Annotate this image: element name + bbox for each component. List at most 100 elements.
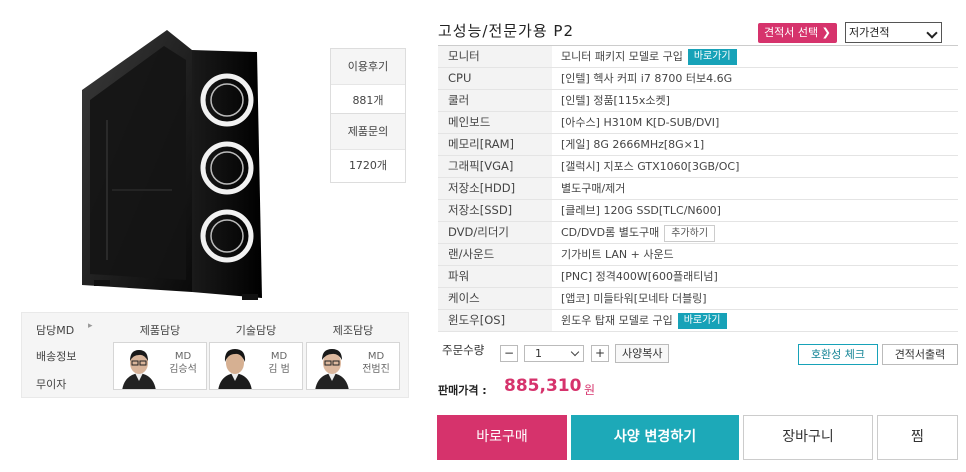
quantity-decrease-button[interactable]: − bbox=[500, 345, 518, 362]
spec-row: 그래픽[VGA] [갤럭시] 지포스 GTX1060[3GB/OC] bbox=[438, 156, 958, 178]
interest-free-label[interactable]: 무이자 bbox=[36, 376, 66, 392]
avatar bbox=[218, 349, 252, 389]
spec-key: 랜/사운드 bbox=[438, 244, 552, 265]
spec-key: 저장소[HDD] bbox=[438, 178, 552, 199]
spec-row: 쿨러 [인텔] 정품[115x소켓] bbox=[438, 90, 958, 112]
spec-row: 케이스 [앱코] 미들타워[모네타 더블링] bbox=[438, 288, 958, 310]
spec-row: 저장소[HDD] 별도구매/제거 bbox=[438, 178, 958, 200]
spec-key: DVD/리더기 bbox=[438, 222, 552, 243]
quote-select-button[interactable]: 견적서 선택 ❯ bbox=[758, 23, 837, 43]
spec-value: [아수스] H310M K[D-SUB/DVI] bbox=[561, 116, 720, 129]
spec-table: 모니터 모니터 패키지 모델로 구입 바로가기 CPU [인텔] 헥사 커피 i7 87… bbox=[438, 45, 958, 332]
chevron-down-icon bbox=[926, 27, 938, 39]
spec-key: 파워 bbox=[438, 266, 552, 287]
spec-key: CPU bbox=[438, 68, 552, 89]
spec-key: 케이스 bbox=[438, 288, 552, 309]
spec-row: 파워 [PNC] 정격400W[600플래티넘] bbox=[438, 266, 958, 288]
staff-role: 제조담당 bbox=[332, 324, 374, 337]
spec-value-cell: 별도구매/제거 bbox=[561, 178, 625, 199]
print-quote-button[interactable]: 견적서출력 bbox=[882, 344, 958, 365]
add-to-cart-button[interactable]: 장바구니 bbox=[743, 415, 873, 460]
quote-type-value: 저가견적 bbox=[849, 26, 890, 39]
spec-value-cell: [인텔] 헥사 커피 i7 8700 터보4.6G bbox=[561, 68, 732, 89]
price-unit: 원 bbox=[584, 383, 596, 397]
spec-key: 쿨러 bbox=[438, 90, 552, 111]
staff-card: MD 김 범 bbox=[209, 342, 303, 390]
spec-value: 기가비트 LAN + 사운드 bbox=[561, 248, 674, 261]
spec-value: [PNC] 정격400W[600플래티넘] bbox=[561, 270, 718, 283]
chevron-down-icon bbox=[570, 347, 580, 357]
shipping-info-label[interactable]: 배송정보 bbox=[36, 348, 76, 364]
spec-value: 별도구매/제거 bbox=[561, 182, 626, 195]
spec-value: [갤럭시] 지포스 GTX1060[3GB/OC] bbox=[561, 160, 740, 173]
staff-name: 전범진 bbox=[362, 364, 390, 375]
quote-type-select[interactable]: 저가견적 bbox=[845, 22, 942, 43]
spec-value-cell: [갤럭시] 지포스 GTX1060[3GB/OC] bbox=[561, 156, 739, 177]
spec-value: 모니터 패키지 모델로 구입 bbox=[561, 50, 683, 63]
quantity-value: 1 bbox=[535, 347, 542, 360]
avatar bbox=[315, 349, 349, 389]
inquiry-label: 제품문의 bbox=[331, 114, 405, 150]
spec-row: 윈도우[OS] 윈도우 탑재 모델로 구입 바로가기 bbox=[438, 310, 958, 332]
spec-value-cell: [클레브] 120G SSD[TLC/N600] bbox=[561, 200, 721, 221]
avatar bbox=[122, 350, 156, 389]
spec-key: 그래픽[VGA] bbox=[438, 156, 552, 177]
spec-value-cell: 기가비트 LAN + 사운드 bbox=[561, 244, 674, 265]
buy-now-button[interactable]: 바로구매 bbox=[437, 415, 567, 460]
staff-title: MD bbox=[367, 351, 385, 362]
quantity-label: 주문수량 bbox=[442, 343, 485, 357]
md-label: 담당MD bbox=[36, 324, 75, 337]
spec-value-cell: CD/DVD롬 별도구매 추가하기 bbox=[561, 222, 716, 243]
go-to-button[interactable]: 바로가기 bbox=[677, 313, 727, 329]
staff-card: MD 김승석 bbox=[113, 342, 207, 390]
change-spec-button[interactable]: 사양 변경하기 bbox=[571, 415, 739, 460]
spec-row: CPU [인텔] 헥사 커피 i7 8700 터보4.6G bbox=[438, 68, 958, 90]
spec-key: 저장소[SSD] bbox=[438, 200, 552, 221]
gaming-pc-case-icon bbox=[82, 30, 262, 300]
spec-value: [게일] 8G 2666MHz[8G×1] bbox=[561, 138, 705, 151]
wishlist-button[interactable]: 찜 bbox=[877, 415, 958, 460]
add-item-button[interactable]: 추가하기 bbox=[664, 224, 716, 242]
staff-title: MD bbox=[174, 351, 192, 362]
quantity-select[interactable]: 1 bbox=[524, 345, 584, 362]
copy-spec-button[interactable]: 사양복사 bbox=[615, 344, 670, 363]
staff-panel: 담당MD ▸ 배송정보 무이자 제품담당 기술담당 제조담당 MD 김승석 MD 김… bbox=[21, 312, 409, 398]
spec-row: 저장소[SSD] [클레브] 120G SSD[TLC/N600] bbox=[438, 200, 958, 222]
price-label: 판매가격 : bbox=[438, 384, 487, 397]
spec-value-cell: [게일] 8G 2666MHz[8G×1] bbox=[561, 134, 704, 155]
spec-row: 랜/사운드 기가비트 LAN + 사운드 bbox=[438, 244, 958, 266]
product-image bbox=[72, 30, 274, 302]
go-to-button[interactable]: 바로가기 bbox=[687, 49, 737, 65]
spec-value-cell: 윈도우 탑재 모델로 구입 바로가기 bbox=[561, 310, 727, 331]
quantity-increase-button[interactable]: + bbox=[591, 345, 609, 362]
spec-value-cell: [인텔] 정품[115x소켓] bbox=[561, 90, 670, 111]
spec-row: 메모리[RAM] [게일] 8G 2666MHz[8G×1] bbox=[438, 134, 958, 156]
spec-value-cell: [아수스] H310M K[D-SUB/DVI] bbox=[561, 112, 719, 133]
product-title: 고성능/전문가용 P2 bbox=[438, 22, 575, 40]
spec-row: 모니터 모니터 패키지 모델로 구입 바로가기 bbox=[438, 46, 958, 68]
spec-value: 윈도우 탑재 모델로 구입 bbox=[561, 314, 673, 327]
price-value: 885,310 bbox=[504, 376, 582, 396]
spec-key: 윈도우[OS] bbox=[438, 310, 552, 331]
review-box[interactable]: 이용후기 881개 bbox=[330, 48, 406, 118]
inquiry-count: 1720개 bbox=[348, 159, 388, 172]
spec-key: 모니터 bbox=[438, 46, 552, 67]
staff-role: 제품담당 bbox=[139, 324, 181, 337]
spec-value-cell: 모니터 패키지 모델로 구입 바로가기 bbox=[561, 46, 737, 67]
staff-name: 김 범 bbox=[268, 364, 290, 375]
spec-value: [앱코] 미들타워[모네타 더블링] bbox=[561, 292, 707, 305]
staff-title: MD bbox=[270, 351, 288, 362]
spec-value: [인텔] 정품[115x소켓] bbox=[561, 94, 670, 107]
spec-value-cell: [앱코] 미들타워[모네타 더블링] bbox=[561, 288, 707, 309]
spec-key: 메인보드 bbox=[438, 112, 552, 133]
spec-value-cell: [PNC] 정격400W[600플래티넘] bbox=[561, 266, 718, 287]
inquiry-box[interactable]: 제품문의 1720개 bbox=[330, 113, 406, 183]
spec-value: [클레브] 120G SSD[TLC/N600] bbox=[561, 204, 721, 217]
staff-card: MD 전범진 bbox=[306, 342, 400, 390]
staff-role: 기술담당 bbox=[235, 324, 277, 337]
spec-row: 메인보드 [아수스] H310M K[D-SUB/DVI] bbox=[438, 112, 958, 134]
spec-row: DVD/리더기 CD/DVD롬 별도구매 추가하기 bbox=[438, 222, 958, 244]
spec-value: CD/DVD롬 별도구매 bbox=[561, 226, 660, 239]
staff-name: 김승석 bbox=[169, 364, 197, 375]
compatibility-check-button[interactable]: 호환성 체크 bbox=[798, 344, 878, 365]
